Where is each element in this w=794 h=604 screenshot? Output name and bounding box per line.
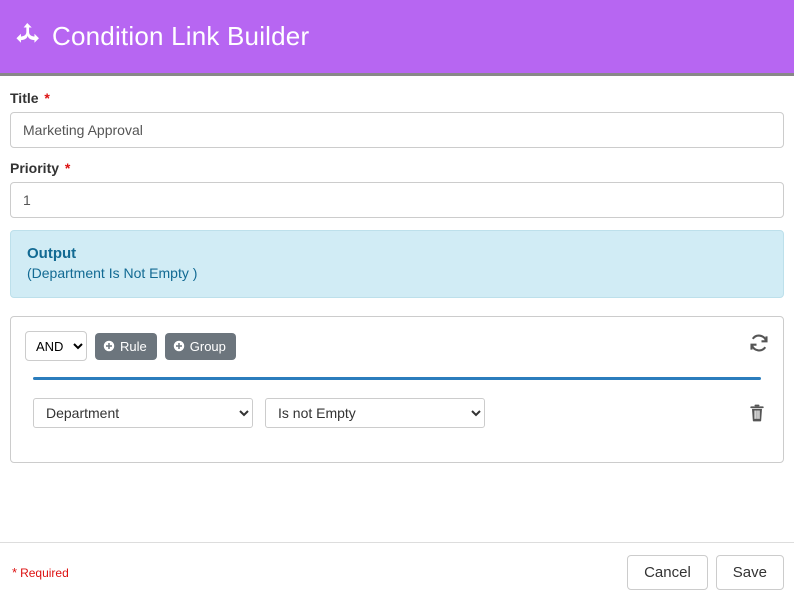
condition-builder: AND Rule Group Department I	[10, 316, 784, 463]
add-group-button[interactable]: Group	[165, 333, 236, 360]
rule-operator-select[interactable]: Is not Empty	[265, 398, 485, 428]
branch-icon	[16, 23, 40, 51]
title-label: Title *	[10, 90, 50, 106]
add-rule-button[interactable]: Rule	[95, 333, 157, 360]
cancel-button[interactable]: Cancel	[627, 555, 708, 590]
save-button[interactable]: Save	[716, 555, 784, 590]
refresh-icon[interactable]	[749, 333, 769, 353]
title-input[interactable]	[10, 112, 784, 148]
rule-row: Department Is not Empty	[25, 398, 769, 428]
rule-field-select[interactable]: Department	[33, 398, 253, 428]
priority-input[interactable]	[10, 182, 784, 218]
modal-footer: *Required Cancel Save	[0, 542, 794, 604]
plus-circle-icon	[173, 340, 185, 352]
output-heading: Output	[27, 245, 767, 262]
logic-operator-select[interactable]: AND	[25, 331, 87, 361]
plus-circle-icon	[103, 340, 115, 352]
modal-title: Condition Link Builder	[52, 21, 309, 52]
builder-divider	[33, 377, 761, 380]
required-note: *Required	[12, 565, 69, 580]
modal-header: Condition Link Builder	[0, 0, 794, 76]
trash-icon[interactable]	[747, 403, 767, 423]
output-expression: (Department Is Not Empty )	[27, 265, 767, 281]
priority-label: Priority *	[10, 160, 70, 176]
output-banner: Output (Department Is Not Empty )	[10, 230, 784, 298]
